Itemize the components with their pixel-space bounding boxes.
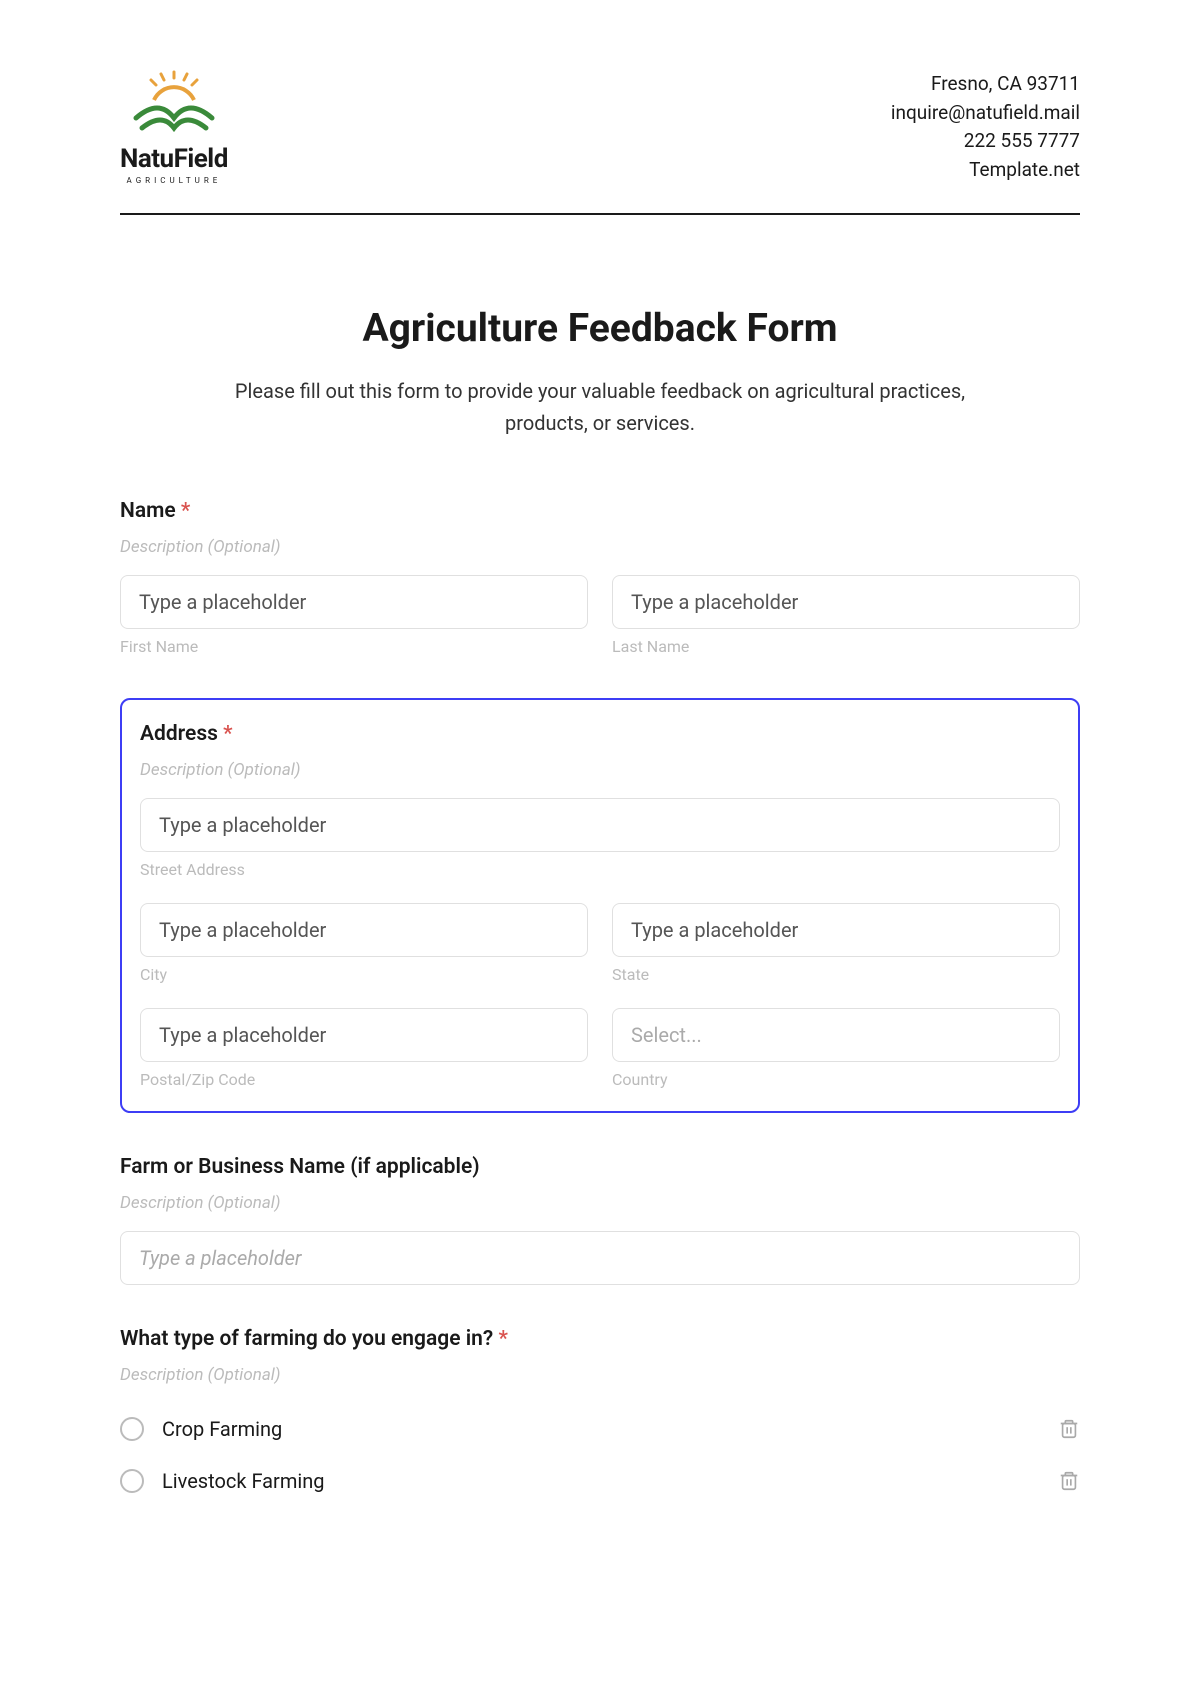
name-label: Name <box>120 499 176 523</box>
radio-circle-icon[interactable] <box>120 1469 144 1493</box>
radio-circle-icon[interactable] <box>120 1417 144 1441</box>
radio-option-crop: Crop Farming <box>120 1403 1080 1455</box>
contact-template: Template.net <box>891 156 1080 185</box>
city-input[interactable] <box>140 903 588 957</box>
contact-info: Fresno, CA 93711 inquire@natufield.mail … <box>891 70 1080 184</box>
street-sublabel: Street Address <box>140 860 1060 879</box>
trash-icon[interactable] <box>1058 1469 1080 1493</box>
contact-email: inquire@natufield.mail <box>891 99 1080 128</box>
required-indicator: * <box>499 1327 508 1351</box>
brand-name: NatuField <box>120 144 228 174</box>
brand-tagline: AGRICULTURE <box>127 176 222 185</box>
required-indicator: * <box>181 499 190 523</box>
country-sublabel: Country <box>612 1070 1060 1089</box>
radio-label-crop: Crop Farming <box>162 1417 282 1441</box>
business-description-hint: Description (Optional) <box>120 1193 1080 1213</box>
trash-icon[interactable] <box>1058 1417 1080 1441</box>
postal-sublabel: Postal/Zip Code <box>140 1070 588 1089</box>
farming-description-hint: Description (Optional) <box>120 1365 1080 1385</box>
state-input[interactable] <box>612 903 1060 957</box>
farming-type-label-row: What type of farming do you engage in? * <box>120 1327 1080 1351</box>
first-name-sublabel: First Name <box>120 637 588 656</box>
street-address-input[interactable] <box>140 798 1060 852</box>
header: NatuField AGRICULTURE Fresno, CA 93711 i… <box>120 70 1080 215</box>
farming-type-label: What type of farming do you engage in? <box>120 1327 493 1351</box>
business-section: Farm or Business Name (if applicable) De… <box>120 1155 1080 1285</box>
first-name-input[interactable] <box>120 575 588 629</box>
postal-code-input[interactable] <box>140 1008 588 1062</box>
page-subtitle: Please fill out this form to provide you… <box>205 375 995 439</box>
business-name-input[interactable] <box>120 1231 1080 1285</box>
radio-label-livestock: Livestock Farming <box>162 1469 325 1493</box>
address-label: Address <box>140 722 218 746</box>
required-indicator: * <box>223 722 232 746</box>
farming-type-section: What type of farming do you engage in? *… <box>120 1327 1080 1507</box>
name-label-row: Name * <box>120 499 1080 523</box>
logo-icon <box>124 70 224 140</box>
radio-option-livestock: Livestock Farming <box>120 1455 1080 1507</box>
country-select[interactable]: Select... <box>612 1008 1060 1062</box>
title-section: Agriculture Feedback Form Please fill ou… <box>120 305 1080 439</box>
address-section[interactable]: Address * Description (Optional) Street … <box>120 698 1080 1113</box>
address-label-row: Address * <box>140 722 1060 746</box>
state-sublabel: State <box>612 965 1060 984</box>
last-name-input[interactable] <box>612 575 1080 629</box>
name-section: Name * Description (Optional) First Name… <box>120 499 1080 656</box>
name-description-hint: Description (Optional) <box>120 537 1080 557</box>
last-name-sublabel: Last Name <box>612 637 1080 656</box>
address-description-hint: Description (Optional) <box>140 760 1060 780</box>
business-label: Farm or Business Name (if applicable) <box>120 1155 1080 1179</box>
contact-address: Fresno, CA 93711 <box>891 70 1080 99</box>
logo: NatuField AGRICULTURE <box>120 70 228 185</box>
city-sublabel: City <box>140 965 588 984</box>
contact-phone: 222 555 7777 <box>891 127 1080 156</box>
page-title: Agriculture Feedback Form <box>120 305 1080 351</box>
